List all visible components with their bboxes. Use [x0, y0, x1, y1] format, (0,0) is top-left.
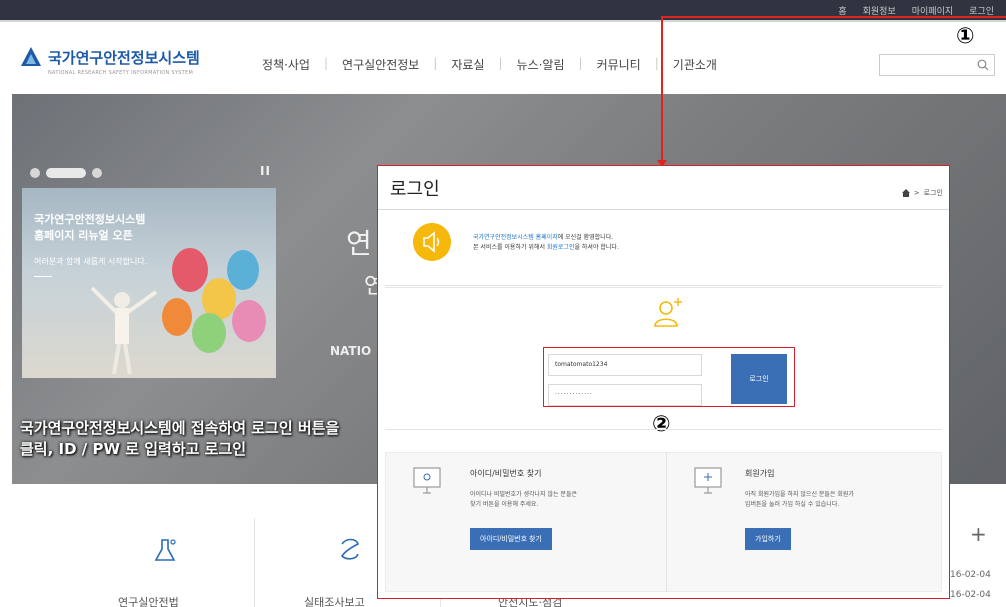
quick-label-law[interactable]: 연구실안전법 [118, 594, 179, 607]
hero-english-fragment: NATIO [330, 344, 372, 358]
join-desc: 아직 회원가입을 하지 않으신 분들은 회원가 입버튼을 눌러 가입 하실 수 … [745, 491, 854, 508]
user-id-input[interactable]: tomatomato1234 [548, 354, 702, 376]
find-account-desc: 아이디나 비밀번호가 생각나지 않는 분들은 찾기 버튼을 이용해 주세요. [470, 491, 577, 508]
user-add-icon [654, 298, 682, 327]
report-icon[interactable] [336, 536, 364, 564]
join-monitor-icon [694, 467, 722, 494]
hero-heading-fragment: 연 [346, 227, 372, 260]
nav-policy[interactable]: 정책·사업 [262, 56, 310, 73]
breadcrumb: > 로그인 [901, 188, 943, 198]
site-logo[interactable]: 국가연구안전정보시스템 [20, 46, 200, 68]
balloon-image [172, 248, 208, 292]
main-nav: 정책·사업 | 연구실안전정보 | 자료실 | 뉴스·알림 | 커뮤니티 | 기관소개 [262, 56, 717, 73]
promo-subtitle: 여러분과 함께 새롭게 시작합니다. [34, 257, 148, 266]
find-account-title: 아이디/비밀번호 찾기 [470, 469, 542, 478]
flask-icon[interactable] [152, 536, 180, 564]
promo-card[interactable]: 국가연구안전정보시스템 홈페이지 리뉴얼 오픈 여러분과 함께 새롭게 시작합니… [22, 188, 276, 378]
nav-news[interactable]: 뉴스·알림 [517, 56, 565, 73]
find-account-monitor-icon [413, 467, 441, 494]
join-button[interactable]: 가입하기 [745, 528, 791, 550]
page-title: 로그인 [390, 179, 440, 200]
news-date: 16-02-04 [950, 590, 991, 600]
quick-label-survey[interactable]: 실태조사보고 [304, 594, 365, 607]
password-input[interactable]: ············· [548, 384, 702, 406]
instruction-caption: 국가연구안전정보시스템에 접속하여 로그인 버튼을 클릭, ID / PW 로 … [20, 419, 340, 458]
step-number-2: ② [652, 412, 671, 437]
slide-dot-active[interactable] [46, 168, 86, 178]
nav-lab-safety[interactable]: 연구실안전정보 [342, 56, 419, 73]
logo-subtitle: NATIONAL RESEARCH SAFETY INFORMATION SYS… [48, 70, 194, 76]
welcome-text-1: 국가연구안전정보시스템 홈페이지에 오신걸 환영합니다. [473, 234, 614, 241]
more-icon[interactable]: + [970, 522, 987, 546]
utility-bar: 홈 회원정보 마이페이지 로그인 [0, 0, 1006, 22]
welcome-panel [385, 218, 942, 286]
pause-icon[interactable]: II [260, 164, 271, 178]
search-icon[interactable] [977, 59, 989, 71]
step-number-1: ① [956, 24, 975, 49]
child-figure [90, 286, 158, 375]
account-help-panel [385, 452, 942, 592]
join-title: 회원가입 [745, 469, 775, 478]
search-input[interactable] [880, 57, 972, 78]
find-account-button[interactable]: 아이디/비밀번호 찾기 [470, 528, 552, 550]
breadcrumb-current: 로그인 [923, 189, 943, 197]
logo-icon [21, 47, 41, 66]
logo-text: 국가연구안전정보시스템 [48, 48, 200, 67]
search-box [879, 54, 995, 78]
login-button[interactable]: 로그인 [731, 354, 787, 404]
news-date: 16-02-04 [950, 570, 991, 580]
welcome-text-2: 본 서비스를 이용하기 위해서 회원로그인을 하셔야 합니다. [473, 244, 619, 251]
nav-archive[interactable]: 자료실 [451, 56, 484, 73]
site-header: 국가연구안전정보시스템 NATIONAL RESEARCH SAFETY INF… [0, 24, 1006, 94]
slide-dot[interactable] [30, 168, 40, 178]
promo-title: 국가연구안전정보시스템 홈페이지 리뉴얼 오픈 [34, 213, 146, 242]
home-icon[interactable] [901, 189, 910, 197]
speaker-icon [413, 223, 451, 261]
nav-community[interactable]: 커뮤니티 [597, 56, 641, 73]
slide-dot[interactable] [92, 168, 102, 178]
nav-about[interactable]: 기관소개 [673, 56, 717, 73]
slide-indicators [30, 168, 102, 178]
annotation-arrow [662, 16, 1006, 18]
